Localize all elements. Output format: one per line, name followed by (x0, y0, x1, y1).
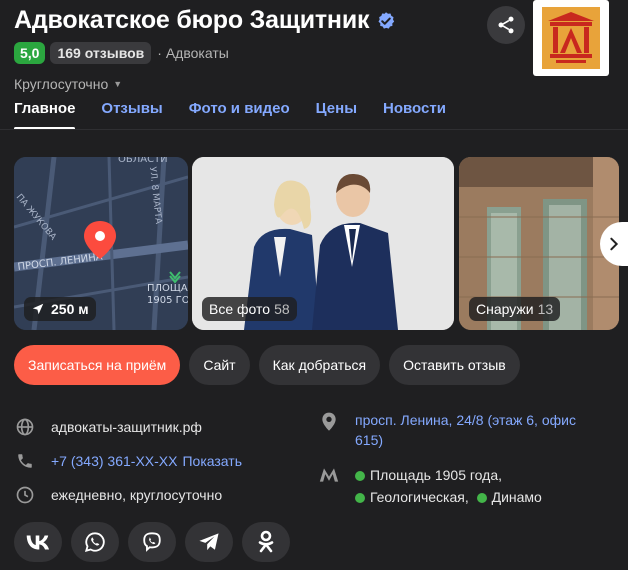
contacts-right: просп. Ленина, 24/8 (этаж 6, офис 615) П… (318, 410, 618, 508)
viber-button[interactable] (128, 522, 176, 562)
metro-line-dot (476, 493, 487, 503)
map-street-label: ПЛОЩА (147, 283, 188, 294)
outside-photos-label: Снаружи (476, 301, 534, 317)
navigation-arrow-icon (32, 303, 44, 315)
leave-review-button[interactable]: Оставить отзыв (389, 345, 520, 385)
tab-reviews[interactable]: Отзывы (101, 100, 162, 130)
telegram-button[interactable] (185, 522, 233, 562)
telegram-icon (199, 533, 219, 551)
address-link[interactable]: просп. Ленина, 24/8 (этаж 6, офис 615) (355, 410, 605, 450)
website-button[interactable]: Сайт (189, 345, 250, 385)
caret-down-icon: ▼ (113, 79, 123, 89)
tab-main[interactable]: Главное (14, 100, 76, 130)
odnoklassniki-icon (258, 530, 274, 553)
tab-photos[interactable]: Фото и видео (189, 100, 290, 130)
globe-icon (14, 416, 36, 438)
vk-icon (26, 535, 49, 550)
phone-icon (14, 450, 36, 472)
logo-emblem-icon (542, 7, 600, 69)
actions-row: Записаться на приём Сайт Как добраться О… (14, 345, 529, 385)
share-icon (498, 16, 514, 34)
outside-photos-count: 13 (537, 301, 554, 317)
metro-line-dot (355, 471, 365, 481)
tab-news[interactable]: Новости (383, 100, 446, 130)
odnoklassniki-button[interactable] (242, 522, 290, 562)
verified-icon (378, 11, 395, 29)
map-street-label: 1905 ГО (147, 295, 188, 306)
page-title: Адвокатское бюро Защитник (14, 6, 370, 34)
rating-row: 5,0 169 отзывов · Адвокаты (14, 42, 229, 64)
map-card[interactable]: ОБЛАСТИ ПА ЖУКОВА УЛ. 8 МАРТА ПРОСП. ЛЕН… (14, 157, 188, 330)
metro-station: Динамо (491, 489, 542, 505)
outside-photos-card[interactable]: Снаружи 13 (459, 157, 619, 330)
address-row[interactable]: просп. Ленина, 24/8 (этаж 6, офис 615) (318, 410, 618, 450)
contacts-left: адвокаты-защитник.рф +7 (343) 361-XX-XX … (14, 410, 242, 512)
company-logo[interactable] (533, 0, 609, 76)
book-appointment-button[interactable]: Записаться на приём (14, 345, 181, 385)
phone-number[interactable]: +7 (343) 361-XX-XX (51, 453, 177, 469)
tabs-divider (0, 129, 628, 130)
tabs-bar: Главное Отзывы Фото и видео Цены Новости (14, 100, 472, 130)
metro-row: Площадь 1905 года, Геологическая, Динамо (318, 464, 618, 508)
all-photos-count: 58 (274, 301, 290, 317)
outside-photos-badge: Снаружи 13 (469, 297, 561, 321)
title-row: Адвокатское бюро Защитник (14, 6, 396, 35)
all-photos-card[interactable]: Все фото 58 (192, 157, 454, 330)
tab-prices[interactable]: Цены (316, 100, 357, 130)
hours-dropdown[interactable]: Круглосуточно ▼ (14, 76, 122, 92)
distance-badge: 250 м (24, 297, 96, 321)
route-button[interactable]: Как добраться (258, 345, 381, 385)
metro-station: Площадь 1905 года, (370, 467, 502, 483)
distance-label: 250 м (51, 301, 89, 317)
clock-icon (14, 484, 36, 506)
share-button[interactable] (487, 6, 525, 44)
all-photos-badge: Все фото 58 (202, 297, 297, 321)
rating-badge[interactable]: 5,0 (14, 42, 46, 64)
metro-line-dot (355, 493, 365, 503)
category-label: · Адвокаты (157, 45, 229, 61)
map-marker-icon (318, 410, 340, 450)
metro-icon (318, 464, 340, 508)
all-photos-label: Все фото (209, 301, 271, 317)
social-links (14, 522, 299, 562)
schedule-row: ежедневно, круглосуточно (14, 478, 242, 512)
schedule-text: ежедневно, круглосуточно (51, 487, 223, 503)
whatsapp-icon (84, 532, 105, 553)
viber-icon (143, 532, 161, 552)
whatsapp-button[interactable] (71, 522, 119, 562)
website-link[interactable]: адвокаты-защитник.рф (51, 419, 202, 435)
website-row[interactable]: адвокаты-защитник.рф (14, 410, 242, 444)
show-phone-link[interactable]: Показать (182, 453, 242, 469)
vk-button[interactable] (14, 522, 62, 562)
metro-station: Геологическая, (370, 489, 469, 505)
phone-row: +7 (343) 361-XX-XX Показать (14, 444, 242, 478)
reviews-count-chip[interactable]: 169 отзывов (50, 42, 152, 64)
map-street-label: ОБЛАСТИ (118, 157, 168, 165)
chevron-right-icon (610, 237, 619, 251)
metro-stations: Площадь 1905 года, Геологическая, Динамо (355, 464, 542, 508)
hours-label: Круглосуточно (14, 76, 109, 92)
